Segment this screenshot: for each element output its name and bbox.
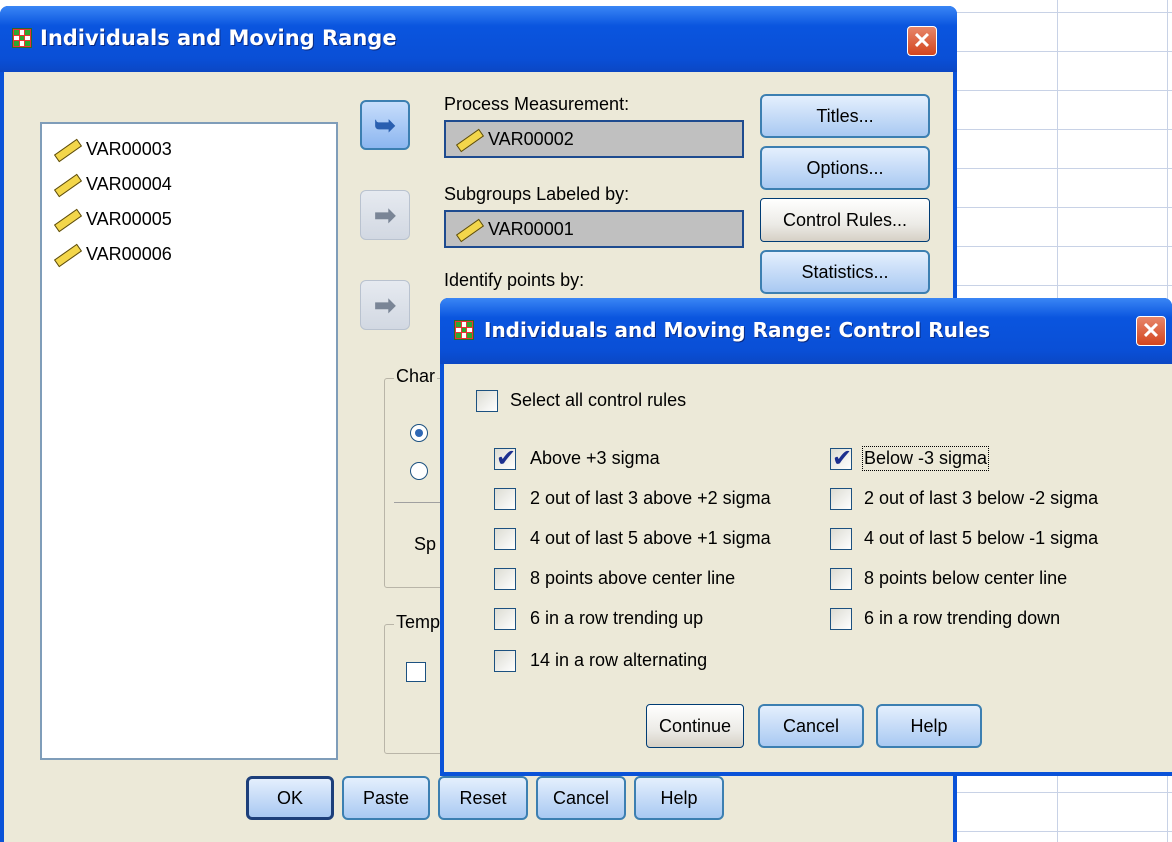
source-variable-list[interactable]: VAR00003 VAR00004 VAR00005 VAR00006	[40, 122, 338, 760]
close-icon: ✕	[912, 28, 932, 53]
list-item[interactable]: VAR00005	[52, 204, 172, 234]
cancel-button[interactable]: Cancel	[536, 776, 626, 820]
rule-label: 4 out of last 5 above +1 sigma	[530, 528, 771, 548]
ok-button[interactable]: OK	[246, 776, 334, 820]
rule-label: 8 points above center line	[530, 568, 736, 588]
dialog-title: Individuals and Moving Range: Control Ru…	[484, 318, 991, 342]
continue-button[interactable]: Continue	[646, 704, 744, 748]
template-group-title: Temp	[394, 612, 443, 633]
rule-checkbox[interactable]	[830, 568, 852, 590]
above-3-sigma-checkbox[interactable]	[494, 444, 516, 472]
list-item[interactable]: VAR00003	[52, 134, 172, 164]
rule-checkbox[interactable]	[830, 608, 852, 630]
rule-label: Below -3 sigma	[861, 446, 990, 471]
select-all-checkbox[interactable]	[476, 390, 498, 412]
dialog-close-button[interactable]: ✕	[1136, 316, 1166, 346]
rule-label: Above +3 sigma	[530, 448, 660, 468]
rule-checkbox[interactable]	[494, 488, 516, 510]
control-rules-dialog: Individuals and Moving Range: Control Ru…	[440, 298, 1172, 776]
statistics-button[interactable]: Statistics...	[760, 250, 930, 294]
rule-checkbox[interactable]	[494, 568, 516, 590]
rule-checkbox[interactable]	[494, 650, 516, 672]
charts-group-title: Char	[394, 366, 438, 387]
subgroups-label: Subgroups Labeled by:	[444, 184, 630, 204]
chart-radio-2[interactable]	[410, 462, 428, 480]
subgroups-field[interactable]: VAR00001	[444, 210, 744, 248]
template-checkbox[interactable]	[406, 662, 426, 682]
scale-variable-icon	[52, 172, 80, 196]
main-close-button[interactable]: ✕	[907, 26, 937, 56]
dialog-help-button[interactable]: Help	[876, 704, 982, 748]
rule-checkbox[interactable]	[830, 528, 852, 550]
reset-button[interactable]: Reset	[438, 776, 528, 820]
close-icon: ✕	[1141, 318, 1161, 343]
rule-checkbox[interactable]	[830, 488, 852, 510]
arrow-left-icon: ➥	[374, 109, 396, 140]
scale-variable-icon	[52, 242, 80, 266]
scale-variable-icon	[52, 207, 80, 231]
options-button[interactable]: Options...	[760, 146, 930, 190]
help-button[interactable]: Help	[634, 776, 724, 820]
main-titlebar: Individuals and Moving Range ✕	[0, 6, 957, 72]
rule-label: 2 out of last 3 below -2 sigma	[864, 488, 1099, 508]
spss-app-icon	[454, 320, 474, 340]
dialog-cancel-button[interactable]: Cancel	[758, 704, 864, 748]
rule-checkbox[interactable]	[494, 528, 516, 550]
spec-label: Sp	[414, 534, 437, 554]
move-to-identify-button[interactable]: ➡	[360, 280, 410, 330]
list-item[interactable]: VAR00004	[52, 169, 172, 199]
process-measurement-field[interactable]: VAR00002	[444, 120, 744, 158]
rule-label: 6 in a row trending down	[864, 608, 1061, 628]
main-window-title: Individuals and Moving Range	[40, 26, 397, 50]
paste-button[interactable]: Paste	[342, 776, 430, 820]
rule-label: 4 out of last 5 below -1 sigma	[864, 528, 1099, 548]
scale-variable-icon	[52, 137, 80, 161]
rule-label: 2 out of last 3 above +2 sigma	[530, 488, 771, 508]
spss-app-icon	[12, 28, 32, 48]
rule-checkbox[interactable]	[494, 608, 516, 630]
identify-points-label: Identify points by:	[444, 270, 585, 290]
rule-label: 14 in a row alternating	[530, 650, 708, 670]
arrow-right-icon: ➡	[374, 199, 396, 230]
below-3-sigma-checkbox[interactable]	[830, 444, 852, 472]
move-to-process-button[interactable]: ➥	[360, 100, 410, 150]
process-measurement-label: Process Measurement:	[444, 94, 630, 114]
dialog-titlebar: Individuals and Moving Range: Control Ru…	[440, 298, 1172, 364]
titles-button[interactable]: Titles...	[760, 94, 930, 138]
chart-radio-1[interactable]	[410, 424, 428, 442]
control-rules-button[interactable]: Control Rules...	[760, 198, 930, 242]
select-all-label: Select all control rules	[510, 390, 687, 410]
list-item[interactable]: VAR00006	[52, 239, 172, 269]
rule-label: 6 in a row trending up	[530, 608, 704, 628]
arrow-right-icon: ➡	[374, 289, 396, 320]
scale-variable-icon	[454, 217, 482, 241]
rule-label: 8 points below center line	[864, 568, 1068, 588]
move-to-subgroups-button[interactable]: ➡	[360, 190, 410, 240]
dialog-client-area: Select all control rules Above +3 sigma …	[444, 364, 1172, 772]
scale-variable-icon	[454, 127, 482, 151]
